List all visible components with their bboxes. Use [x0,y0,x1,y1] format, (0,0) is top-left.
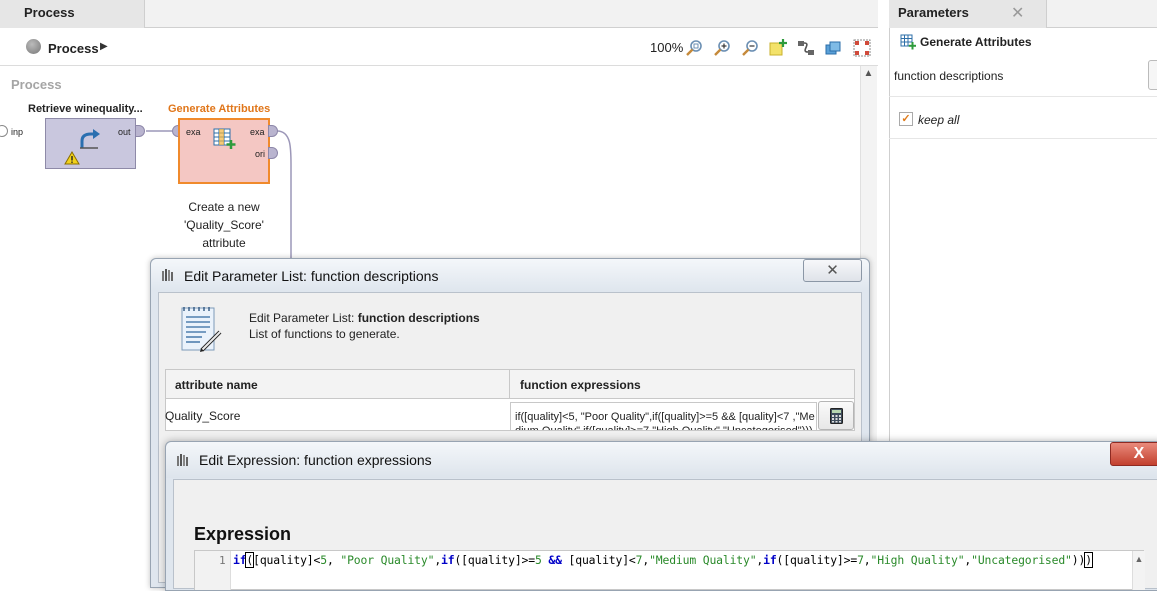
expression-code[interactable]: if([quality]<5, "Poor Quality",if([quali… [233,552,1093,568]
operator-note: Create a new 'Quality_Score' attribute [184,200,264,250]
dialog-app-icon [177,454,188,466]
token-attribute: [quality] [461,553,522,567]
token-comma: , [326,553,334,567]
close-button[interactable]: ✕ [803,259,862,282]
dialog-app-icon [162,269,173,281]
close-button[interactable]: X [1110,442,1157,466]
token-attribute: [quality] [253,553,314,567]
generate-out-exa-label: exa [250,127,265,137]
divider [889,96,1157,97]
token-operator: >= [843,553,858,567]
document-edit-icon [181,307,222,352]
attribute-name-cell[interactable]: Quality_Score [165,409,240,423]
function-expression-text: if([quality]<5, "Poor Quality",if([quali… [515,411,815,431]
dialog-title: Edit Expression: function expressions [199,452,432,468]
generate-out-ori-label: ori [255,149,266,159]
operator-generate-title: Generate Attributes [168,103,271,115]
process-tab[interactable]: Process [0,0,145,28]
function-expression-cell[interactable]: if([quality]<5, "Poor Quality",if([quali… [510,402,817,431]
dialog-heading-bold: function descriptions [357,311,480,325]
table-plus-icon [213,128,236,149]
token-keyword: if [233,553,247,567]
token-string: "High Quality" [870,553,965,567]
token-number: 7 [857,553,864,567]
token-attribute: [quality] [783,553,844,567]
token-operator-and: && [548,553,562,567]
close-icon[interactable]: ✕ [1011,3,1024,23]
token-operator: >= [521,553,536,567]
parameters-tab-label: Parameters [898,5,969,20]
globe-icon [26,39,41,54]
layers-icon[interactable] [824,38,844,58]
keep-all-label: keep all [918,113,960,127]
divider [889,138,1157,139]
dialog-heading: Edit Parameter List: function descriptio… [249,311,480,325]
expression-editor-button[interactable] [818,401,854,430]
expression-label: Expression [194,524,292,544]
expression-scrollbar[interactable]: ▲ [1132,551,1145,590]
warning-icon [64,151,80,165]
retrieve-out-port-label: out [118,127,131,137]
scroll-up-icon[interactable]: ▲ [1135,554,1144,564]
token-string: "Medium Quality" [649,553,757,567]
auto-wire-icon[interactable] [796,38,816,58]
retrieve-arrow-icon [80,129,100,149]
column-header-function-expressions[interactable]: function expressions [510,370,854,399]
token-attribute: [quality] [568,553,630,567]
function-descriptions-label: function descriptions [894,69,1004,83]
keep-all-checkbox[interactable]: ✓ [899,112,913,126]
token-paren: ) [1084,552,1093,568]
token-string: "Poor Quality" [340,553,435,567]
zoom-out-icon[interactable] [740,38,760,58]
dialog-heading-prefix: Edit Parameter List: [249,311,358,325]
operator-retrieve-title: Retrieve winequality... [28,103,143,115]
token-operator: < [628,553,636,567]
table-plus-icon [900,34,916,50]
token-string: "Uncategorised" [971,553,1072,567]
token-number: 5 [534,553,542,567]
zoom-fit-icon[interactable] [684,38,704,58]
zoom-level: 100% [650,40,684,55]
dialog-title: Edit Parameter List: function descriptio… [184,268,439,284]
zoom-in-icon[interactable] [712,38,732,58]
edit-list-button[interactable] [1148,60,1157,90]
chevron-right-icon[interactable]: ▶ [100,41,108,52]
token-keyword: if [763,553,777,567]
line-number: 1 [219,554,226,567]
selected-operator-name: Generate Attributes [920,35,1032,49]
token-comma: , [863,553,871,567]
scroll-up-icon[interactable]: ▲ [860,68,877,82]
breadcrumb[interactable]: Process [48,41,99,56]
column-header-attribute-name[interactable]: attribute name [166,370,510,399]
input-port-label: inp [11,127,24,137]
canvas-title: Process [11,77,62,92]
dialog-subheading: List of functions to generate. [249,327,400,341]
generate-in-port-label: exa [186,127,201,137]
token-keyword: if [441,553,455,567]
arrange-icon[interactable] [852,38,872,58]
calculator-icon [830,408,843,424]
token-number: 5 [320,553,327,567]
add-note-icon[interactable] [768,38,788,58]
